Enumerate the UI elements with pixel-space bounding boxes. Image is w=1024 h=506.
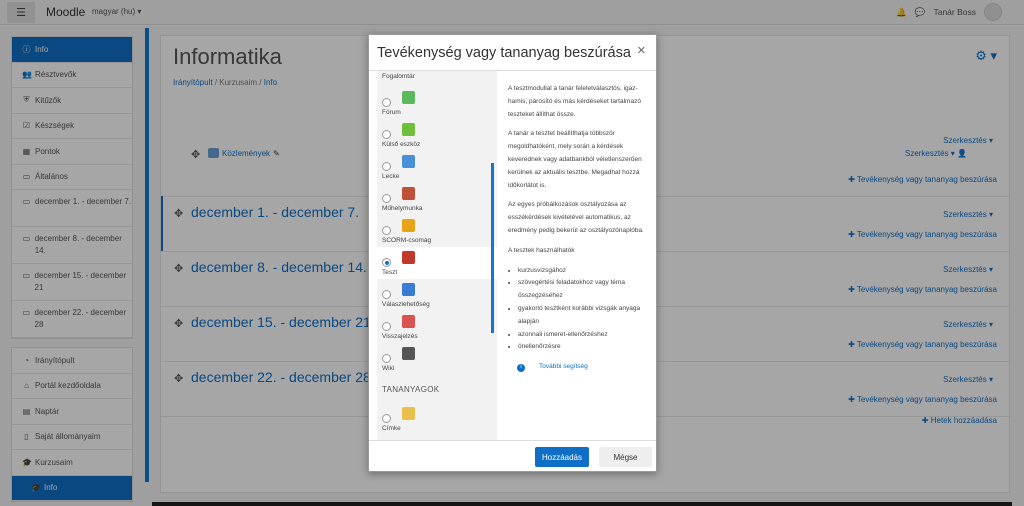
- option-label: Teszt: [382, 269, 398, 276]
- option-radio[interactable]: [382, 414, 391, 423]
- workshop-icon: [402, 187, 415, 200]
- modal-header: Tevékenység vagy tananyag beszúrása ✕: [369, 35, 656, 71]
- activity-option[interactable]: Válaszlehetőség: [377, 279, 497, 311]
- scorm-icon: [402, 219, 415, 232]
- activity-option[interactable]: Fórum: [377, 87, 497, 119]
- activity-chooser-dialog: Tevékenység vagy tananyag beszúrása ✕ Fo…: [368, 34, 657, 472]
- option-radio[interactable]: [382, 258, 391, 267]
- modal-title: Tevékenység vagy tananyag beszúrása: [377, 45, 631, 61]
- label-icon: [402, 407, 415, 420]
- option-radio[interactable]: [382, 98, 391, 107]
- options-scrollbar[interactable]: [491, 163, 494, 333]
- activity-option[interactable]: Visszajelzés: [377, 311, 497, 343]
- description-paragraph: A tesztek használhatók: [508, 246, 575, 254]
- wiki-icon: [402, 347, 415, 360]
- option-radio[interactable]: [382, 162, 391, 171]
- option-label: Fórum: [382, 109, 401, 116]
- list-item: önellenőrzésre: [518, 341, 648, 354]
- option-label: Válaszlehetőség: [382, 301, 430, 308]
- description-paragraph: A tesztmodullal a tanár feleletválasztós…: [508, 85, 641, 118]
- quiz-icon: [402, 251, 415, 264]
- option-radio[interactable]: [382, 130, 391, 139]
- activity-option[interactable]: Lecke: [377, 151, 497, 183]
- option-radio[interactable]: [382, 194, 391, 203]
- list-item: gyakorló tesztként korábbi vizsgák anyag…: [518, 303, 648, 329]
- activity-options-list[interactable]: Fogalomtár Fórum Külső eszköz Lecke Műhelym…: [377, 71, 497, 440]
- modal-footer: Hozzáadás Mégse: [369, 440, 656, 472]
- option-radio[interactable]: [382, 226, 391, 235]
- puzzle-icon: [402, 123, 415, 136]
- more-help-link[interactable]: i További segítség: [508, 361, 648, 374]
- description-paragraph: A tanár a tesztet beállíthatja többször …: [508, 130, 642, 189]
- feedback-icon: [402, 315, 415, 328]
- activity-option[interactable]: Wiki: [377, 343, 497, 375]
- option-label: SCORM-csomag: [382, 237, 432, 244]
- activity-option[interactable]: Külső eszköz: [377, 119, 497, 151]
- activity-description: A tesztmodullal a tanár feleletválasztós…: [508, 83, 648, 374]
- option-label: Műhelymunka: [382, 205, 423, 212]
- uses-list: kurzusvizsgáhozszövegértési feladatokhoz…: [508, 265, 648, 355]
- lesson-icon: [402, 155, 415, 168]
- option-label-partial: Fogalomtár: [382, 73, 415, 80]
- activity-option[interactable]: SCORM-csomag: [377, 215, 497, 247]
- list-item: azonnali ismeret-ellenőrzéshez: [518, 329, 648, 342]
- option-label: Visszajelzés: [382, 333, 418, 340]
- close-icon[interactable]: ✕: [637, 44, 646, 57]
- resources-heading: TANANYAGOK: [382, 385, 440, 394]
- option-radio[interactable]: [382, 354, 391, 363]
- option-label: Lecke: [382, 173, 400, 180]
- choice-icon: [402, 283, 415, 296]
- list-item: szövegértési feladatokhoz vagy téma össz…: [518, 277, 648, 303]
- cancel-button[interactable]: Mégse: [599, 447, 652, 467]
- activity-option[interactable]: Műhelymunka: [377, 183, 497, 215]
- option-label: Wiki: [382, 365, 395, 372]
- add-button[interactable]: Hozzáadás: [535, 447, 589, 467]
- option-radio[interactable]: [382, 290, 391, 299]
- option-label: Külső eszköz: [382, 141, 421, 148]
- info-icon: i: [517, 363, 525, 372]
- activity-option[interactable]: Teszt: [377, 247, 497, 279]
- activity-option[interactable]: Címke: [377, 403, 497, 435]
- option-radio[interactable]: [382, 322, 391, 331]
- option-label: Címke: [382, 425, 401, 432]
- description-paragraph: Az egyes próbálkozások osztályozása az e…: [508, 201, 644, 234]
- list-item: kurzusvizsgához: [518, 265, 648, 278]
- forum-icon: [402, 91, 415, 104]
